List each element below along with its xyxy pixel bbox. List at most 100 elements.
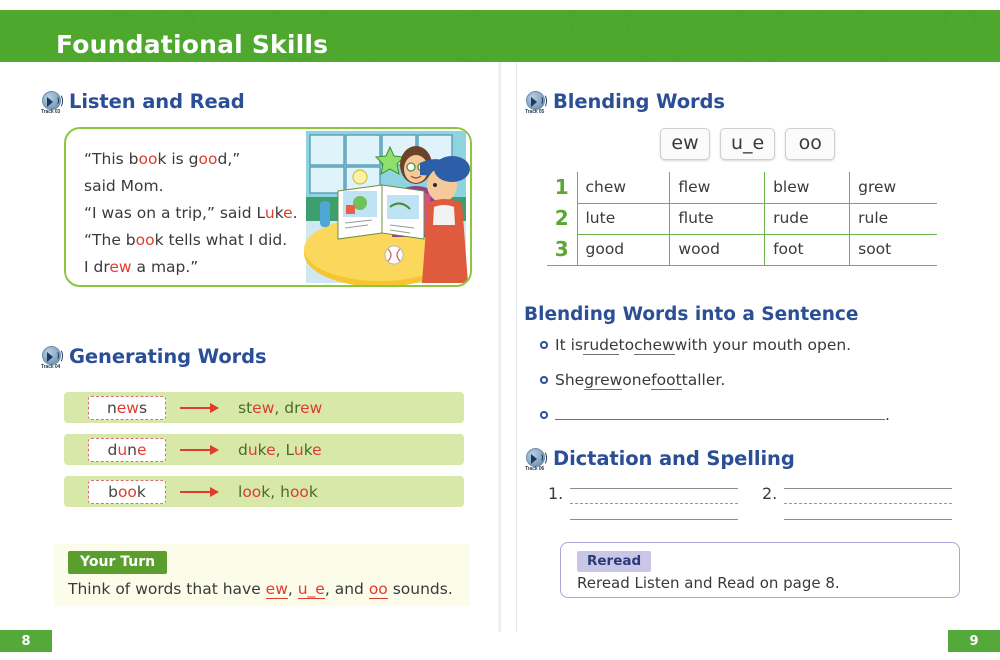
section-header-blending-words: Track 05 Blending Words — [525, 90, 725, 117]
highlighted-phoneme: oo — [117, 482, 137, 501]
story-line: “The book tells what I did. — [84, 227, 316, 254]
text-fragment: k is g — [157, 150, 199, 168]
text-fragment: Think of words that have — [68, 580, 266, 598]
blending-word-cell[interactable]: rule — [849, 202, 937, 235]
text-fragment: . — [885, 406, 890, 424]
phoneme-chip-group: ew u_e oo — [660, 128, 836, 160]
blending-word-cell[interactable]: lute — [576, 202, 671, 235]
text-fragment: a map.” — [131, 258, 199, 276]
highlighted-phoneme: u — [247, 440, 258, 459]
left-page: Track 03 Listen and Read “This book is g… — [0, 62, 500, 660]
highlighted-phoneme: e — [266, 440, 276, 459]
text-fragment: b — [108, 482, 118, 501]
arrow-right-icon — [180, 443, 222, 457]
track-label: Track 05 — [525, 109, 545, 115]
handwriting-lines[interactable] — [570, 488, 739, 522]
dictation-item[interactable]: 1. — [548, 484, 739, 522]
underlined-target-word: chew — [634, 336, 675, 355]
text-fragment: . — [292, 204, 298, 222]
text-fragment: s — [138, 398, 148, 417]
phoneme-chip[interactable]: u_e — [720, 128, 776, 160]
blending-word-cell[interactable]: grew — [849, 172, 937, 204]
text-fragment: “This b — [84, 150, 139, 168]
text-fragment: sounds. — [387, 580, 453, 598]
section-header-generating-words: Track 04 Generating Words — [41, 345, 267, 372]
blending-word-cell[interactable]: foot — [764, 233, 851, 266]
blending-word-cell[interactable]: flew — [669, 172, 766, 204]
source-word-box[interactable]: dune — [88, 437, 166, 462]
text-fragment: k — [274, 204, 284, 222]
source-word-box[interactable]: b oo k — [88, 479, 166, 504]
highlighted-phoneme: oo — [198, 150, 218, 168]
highlighted-phoneme: ew — [116, 398, 139, 417]
underlined-target-word: u_e — [297, 580, 325, 599]
text-fragment: d — [238, 440, 248, 459]
text-fragment: It is — [555, 336, 583, 354]
story-box: “This book is good,” said Mom. “I was on a… — [64, 127, 472, 287]
story-line: “I was on a trip,” said Luke. — [84, 200, 316, 227]
highlighted-phoneme: e — [136, 440, 147, 459]
highlighted-phoneme: u — [117, 440, 128, 459]
blending-word-cell[interactable]: soot — [849, 233, 937, 266]
highlighted-phoneme: ew — [252, 398, 275, 417]
text-fragment: k — [136, 482, 146, 501]
blending-word-cell[interactable]: good — [576, 233, 671, 266]
blending-word-cell[interactable]: flute — [669, 202, 766, 235]
generated-words: stew, drew — [238, 399, 322, 417]
text-fragment: I dr — [84, 258, 110, 276]
text-fragment: , L — [275, 440, 294, 459]
arrow-right-icon — [180, 485, 222, 499]
reread-text: Reread Listen and Read on page 8. — [577, 574, 840, 592]
dictation-item[interactable]: 2. — [762, 484, 953, 522]
dictation-number: 1. — [548, 484, 564, 503]
your-turn-text: Think of words that have ew, u_e, and oo… — [68, 580, 453, 599]
header-band: Foundational Skills — [0, 10, 1000, 62]
text-fragment: with your mouth open. — [674, 336, 852, 354]
table-row: 3 good wood foot soot — [547, 233, 937, 266]
answer-blank-line[interactable] — [555, 406, 885, 424]
text-fragment: to — [618, 336, 635, 354]
underlined-target-word: rude — [582, 336, 619, 355]
sentence-item: It is rude to chew with your mouth open. — [540, 336, 851, 355]
table-row: 1 chew flew blew grew — [547, 172, 937, 204]
row-number: 1 — [547, 172, 578, 203]
reread-box: Reread Reread Listen and Read on page 8. — [560, 542, 960, 598]
blending-word-cell[interactable]: rude — [764, 202, 851, 235]
dictation-number: 2. — [762, 484, 778, 503]
highlighted-phoneme: oo — [135, 231, 155, 249]
blending-word-cell[interactable]: blew — [764, 172, 851, 204]
section-header-listen-and-read: Track 03 Listen and Read — [41, 90, 245, 117]
audio-speaker-icon[interactable]: Track 05 — [525, 91, 548, 117]
text-fragment: d — [107, 440, 118, 459]
blending-words-table: 1 chew flew blew grew 2 lute flute rude rule 3 good… — [547, 172, 937, 266]
story-text: “This book is good,” said Mom. “I was on a… — [84, 146, 316, 281]
highlighted-phoneme: ew — [109, 258, 132, 276]
underlined-target-word: ew — [265, 580, 288, 599]
handwriting-lines[interactable] — [784, 488, 953, 522]
phoneme-chip[interactable]: ew — [660, 128, 710, 160]
page-number-right: 9 — [948, 630, 1000, 652]
source-word-box[interactable]: n ew s — [88, 395, 166, 420]
highlighted-phoneme: u — [264, 204, 275, 222]
story-line: “This book is good,” — [84, 146, 316, 173]
track-label: Track 03 — [41, 109, 61, 115]
audio-speaker-icon[interactable]: Track 03 — [41, 91, 64, 117]
audio-speaker-icon[interactable]: Track 04 — [41, 346, 64, 372]
blending-word-cell[interactable]: chew — [576, 172, 671, 204]
text-fragment: k — [303, 440, 313, 459]
highlighted-phoneme: e — [312, 440, 322, 459]
text-fragment: said Mom. — [84, 177, 164, 195]
section-title: Dictation and Spelling — [553, 447, 795, 470]
section-title: Blending Words — [553, 90, 725, 113]
your-turn-box: Your Turn Think of words that have ew, u… — [54, 544, 470, 606]
highlighted-phoneme: oo — [242, 482, 262, 501]
text-fragment: She — [555, 371, 585, 389]
blending-word-cell[interactable]: wood — [669, 233, 766, 266]
row-number: 2 — [547, 203, 578, 234]
phoneme-chip[interactable]: oo — [785, 128, 836, 160]
audio-speaker-icon[interactable]: Track 06 — [525, 448, 548, 474]
generating-words-row: b oo k look, hook — [64, 476, 464, 507]
your-turn-badge: Your Turn — [68, 551, 168, 574]
page-number-left: 8 — [0, 630, 52, 652]
underlined-target-word: foot — [651, 371, 682, 390]
